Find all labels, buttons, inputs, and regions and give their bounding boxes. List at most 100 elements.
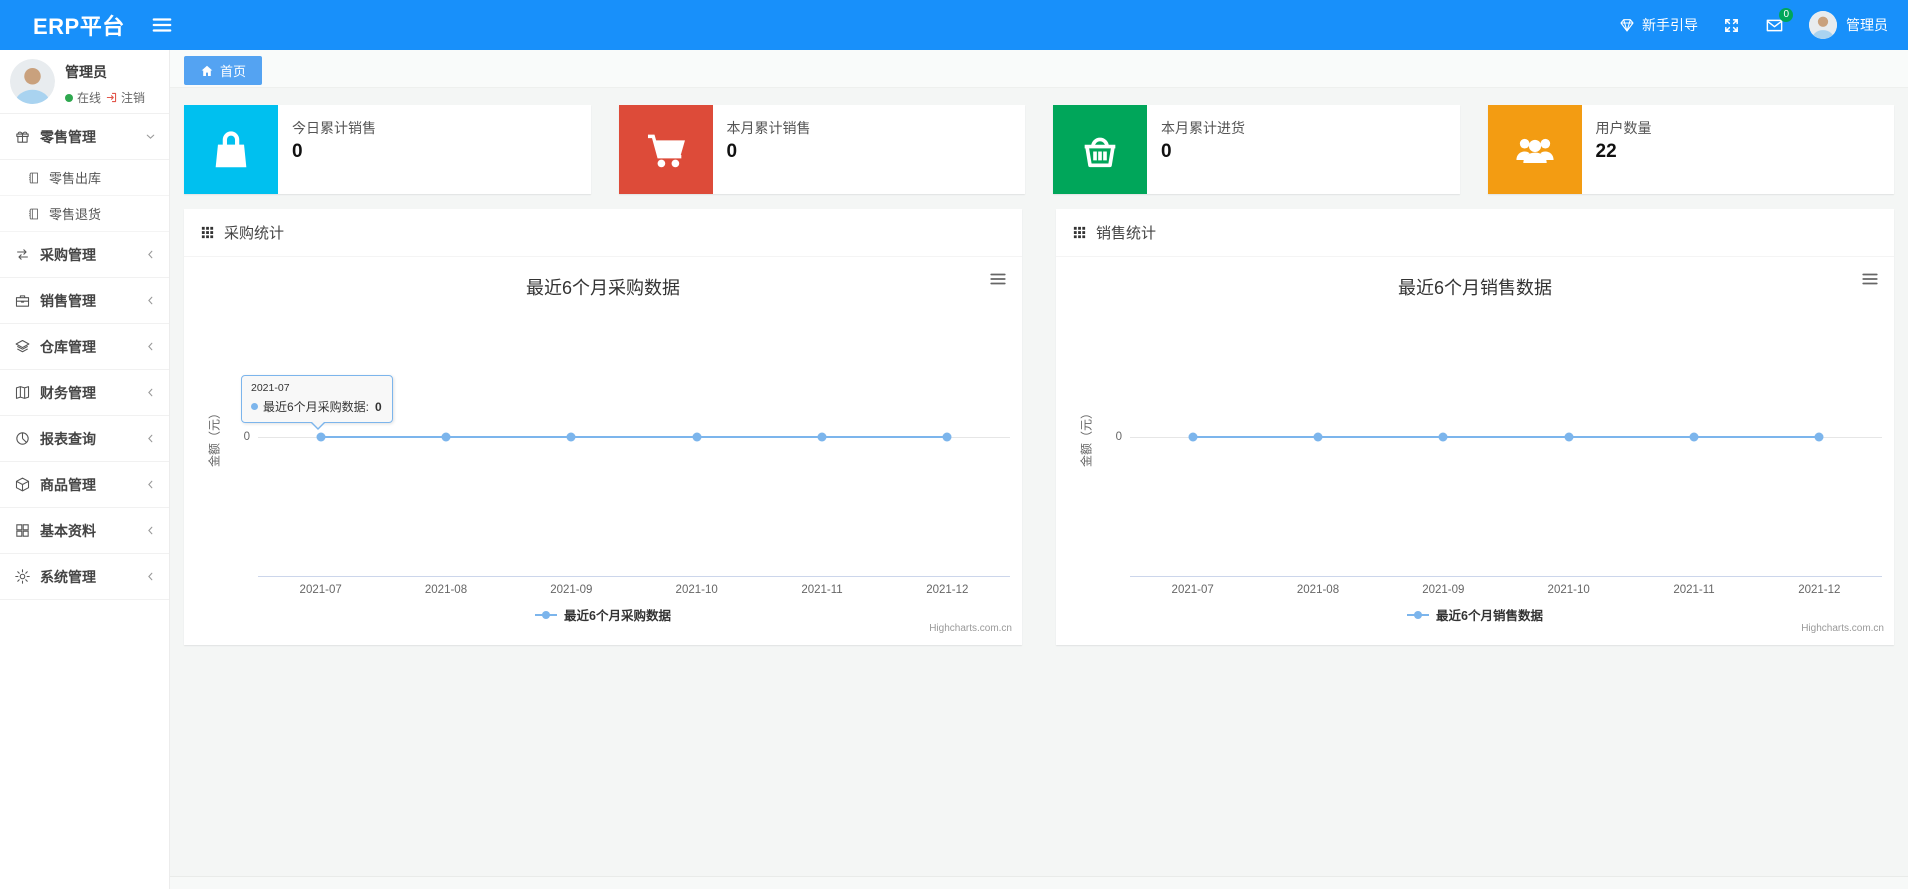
- panel-header: 采购统计: [184, 209, 1022, 257]
- chart-title: 最近6个月销售数据: [1397, 278, 1552, 298]
- stat-card-month-sales: 本月累计销售 0: [618, 105, 1025, 194]
- chart-tooltip: 2021-07 最近6个月采购数据: 0: [241, 375, 393, 430]
- sidebar-subitem-label: 零售出库: [49, 171, 102, 186]
- data-point-marker[interactable]: [316, 432, 326, 442]
- grid-icon: [16, 524, 29, 537]
- x-axis-line: [1130, 576, 1882, 577]
- x-axis-label: 2021-10: [675, 584, 718, 596]
- sales-stats-panel: 销售统计 最近6个月销售数据 金额（元） 0 最近6个月销售数据 Highcha…: [1056, 209, 1894, 645]
- sidebar-toggle-icon[interactable]: [151, 14, 173, 36]
- sidebar-item-report-query[interactable]: 报表查询: [0, 416, 169, 462]
- chart-title: 最近6个月采购数据: [525, 278, 680, 298]
- pie-chart-icon: [16, 432, 29, 445]
- gear-icon: [15, 569, 30, 584]
- sidebar-subitem-label: 零售退货: [49, 207, 102, 222]
- footer: [170, 876, 1908, 889]
- highcharts-credits-link[interactable]: Highcharts.com.cn: [1801, 623, 1884, 634]
- data-point-marker[interactable]: [1188, 432, 1198, 442]
- data-point-marker[interactable]: [1313, 432, 1323, 442]
- chevron-left-icon: [148, 296, 153, 305]
- data-point-marker[interactable]: [942, 432, 952, 442]
- chart-context-menu-icon[interactable]: [1859, 270, 1881, 288]
- data-point-marker[interactable]: [1689, 432, 1699, 442]
- sidebar-item-label: 基本资料: [40, 522, 96, 539]
- chart-panels-row: 采购统计 最近6个月采购数据 金额（元） 0 最近6个月采购数据 Highcha…: [184, 209, 1894, 645]
- legend-label: 最近6个月销售数据: [1436, 609, 1543, 623]
- y-axis-tick: 0: [1115, 431, 1122, 443]
- package-icon: [15, 477, 30, 492]
- guide-link[interactable]: 新手引导: [1619, 15, 1698, 35]
- online-status-label: 在线: [77, 91, 102, 105]
- fullscreen-icon[interactable]: [1723, 17, 1740, 34]
- sidebar-item-retail-mgmt[interactable]: 零售管理: [0, 114, 169, 160]
- sidebar-subitem-retail-return[interactable]: 零售退货: [0, 196, 169, 232]
- breadcrumb-tab-home[interactable]: 首页: [184, 56, 263, 85]
- data-point-marker[interactable]: [1814, 432, 1824, 442]
- stat-card-label: 用户数量: [1595, 120, 1652, 136]
- tooltip-series-label: 最近6个月采购数据:: [263, 400, 370, 414]
- sidebar-menu: 零售管理零售出库零售退货采购管理 销售管理 仓库管理财务管理报表查询 商品管理基本资料…: [0, 113, 169, 600]
- sidebar-item-basic-data[interactable]: 基本资料: [0, 508, 169, 554]
- sidebar-subitem-retail-outbound[interactable]: 零售出库: [0, 160, 169, 196]
- legend-item[interactable]: 最近6个月销售数据: [1056, 605, 1894, 624]
- sidebar-user-name: 管理员: [65, 64, 107, 80]
- shopping-bag-icon: [184, 105, 278, 194]
- panel-title: 销售统计: [1096, 225, 1157, 242]
- x-axis-label: 2021-11: [801, 584, 843, 596]
- legend-item[interactable]: 最近6个月采购数据: [184, 605, 1022, 624]
- shopping-cart-icon: [618, 105, 713, 194]
- data-point-marker[interactable]: [566, 432, 576, 442]
- x-axis-label: 2021-10: [1547, 584, 1590, 596]
- sign-out-icon: [106, 92, 117, 103]
- sidebar-item-sales-mgmt[interactable]: 销售管理: [0, 278, 169, 324]
- purchase-chart: 最近6个月采购数据 金额（元） 0 最近6个月采购数据 Highcharts.c…: [184, 257, 1022, 645]
- x-axis-label: 2021-08: [1296, 584, 1340, 596]
- messages-button[interactable]: 0: [1765, 7, 1793, 35]
- briefcase-icon: [15, 295, 30, 307]
- shopping-basket-icon: [1053, 105, 1147, 194]
- stat-card-value: 0: [726, 141, 738, 162]
- stat-card-label: 本月累计进货: [1161, 120, 1245, 136]
- guide-label: 新手引导: [1642, 17, 1698, 33]
- user-name: 管理员: [1846, 17, 1888, 33]
- x-axis-label: 2021-07: [299, 584, 342, 596]
- y-axis-tick: 0: [243, 431, 250, 443]
- data-point-marker[interactable]: [817, 432, 827, 442]
- sidebar-item-system-mgmt[interactable]: 系统管理: [0, 554, 169, 600]
- stat-card-label: 今日累计销售: [292, 120, 376, 136]
- y-axis-title: 金额（元）: [1079, 406, 1094, 468]
- data-point-marker[interactable]: [1438, 432, 1448, 442]
- notebook-icon: [28, 172, 38, 183]
- series-line: [1192, 436, 1820, 438]
- logout-link[interactable]: 注销: [105, 89, 145, 106]
- breadcrumb: 首页: [170, 50, 1908, 88]
- legend-label: 最近6个月采购数据: [564, 609, 671, 623]
- x-axis-label: 2021-08: [424, 584, 468, 596]
- sidebar-item-label: 财务管理: [40, 384, 96, 401]
- highcharts-credits-link[interactable]: Highcharts.com.cn: [929, 623, 1012, 634]
- messages-badge: 0: [1779, 7, 1793, 22]
- sidebar-item-finance-mgmt[interactable]: 财务管理: [0, 370, 169, 416]
- sidebar-item-product-mgmt[interactable]: 商品管理: [0, 462, 169, 508]
- app-logo[interactable]: ERP平台: [0, 9, 125, 41]
- users-icon: [1487, 105, 1582, 194]
- map-book-icon: [15, 386, 30, 399]
- x-axis-label: 2021-07: [1171, 584, 1214, 596]
- panel-header: 销售统计: [1056, 209, 1894, 257]
- x-axis-label: 2021-12: [926, 584, 969, 596]
- sidebar-user-panel: 管理员 在线 注销: [0, 50, 169, 113]
- data-point-marker[interactable]: [692, 432, 702, 442]
- legend-marker: [535, 610, 558, 619]
- chevron-left-icon: [148, 342, 153, 351]
- chevron-left-icon: [148, 434, 153, 443]
- sidebar-item-purchase-mgmt[interactable]: 采购管理: [0, 232, 169, 278]
- gem-icon: [1620, 19, 1634, 32]
- top-navbar: ERP平台 新手引导 0 管理员: [0, 0, 1908, 50]
- user-menu[interactable]: 管理员: [1809, 11, 1888, 39]
- sidebar-item-warehouse-mgmt[interactable]: 仓库管理: [0, 324, 169, 370]
- chevron-left-icon: [148, 572, 153, 581]
- data-point-marker[interactable]: [441, 432, 451, 442]
- data-point-marker[interactable]: [1564, 432, 1574, 442]
- chart-context-menu-icon[interactable]: [987, 270, 1009, 288]
- tooltip-header: 2021-07: [251, 382, 290, 394]
